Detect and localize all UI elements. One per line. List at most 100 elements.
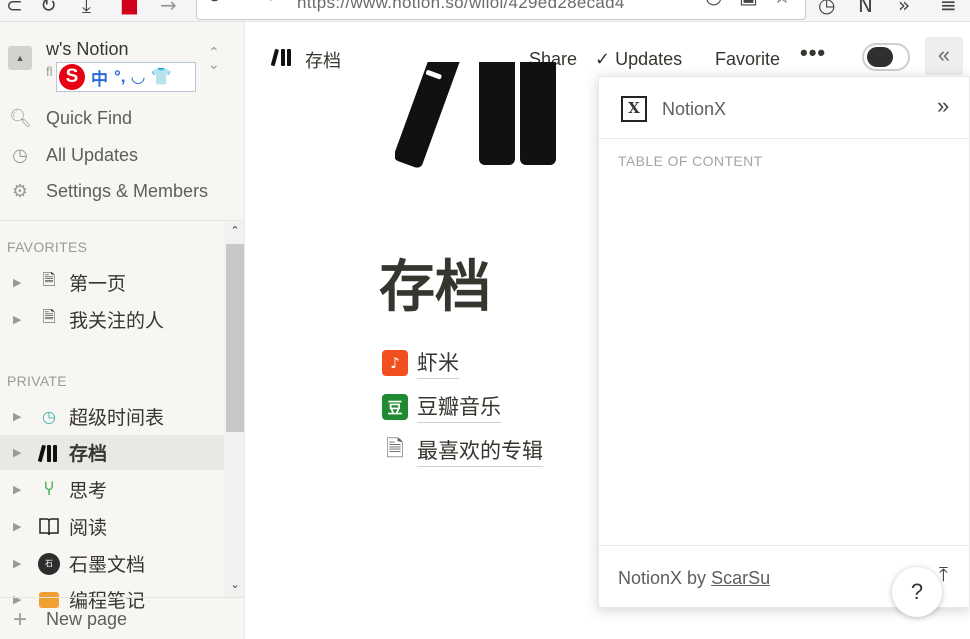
ime-toolbar[interactable]: S 中 °, ◡ 👕 [56,62,196,92]
page-link-favorite-albums[interactable]: 🗎 最喜欢的专辑 [382,435,543,467]
breadcrumb[interactable]: 存档 [270,46,341,73]
url-text: https://www.notion.so/wiloi/429ed28ecad4 [297,0,625,12]
pocket-icon[interactable]: ◔ [705,0,722,9]
sidebar-scrollbar-thumb[interactable] [226,244,244,432]
more-options-icon[interactable]: ••• [800,40,826,66]
new-page-button[interactable]: + New page [0,597,244,639]
notionx-title: NotionX [662,99,727,119]
page-info-icon: ▬ [243,0,260,9]
gear-icon: ⚙ [11,180,29,202]
sidebar-item-label: 超级时间表 [69,408,165,429]
breadcrumb-title: 存档 [305,50,341,71]
extension-red-icon[interactable]: ■ [120,0,139,18]
document-icon: 🗎 [42,270,56,289]
page-link-douban[interactable]: 豆 豆瓣音乐 [382,391,501,423]
scroll-down-icon[interactable]: ⌄ [226,578,244,591]
xiami-icon: ♪ [382,350,408,376]
favorite-button[interactable]: Favorite [715,49,780,70]
sidebar-divider [0,220,244,221]
plus-icon: + [12,605,27,633]
page-link-xiami[interactable]: ♪ 虾米 [382,347,459,379]
check-icon: ✓ [595,49,611,69]
shimo-icon: 石 [37,552,61,576]
sidebar-item-reading[interactable]: ▶ 阅读 [0,509,224,544]
author-link[interactable]: ScarSu [711,568,770,588]
new-page-label: New page [46,609,128,629]
downloads-icon[interactable]: ⤓ [82,0,91,18]
sidebar-item-thinking[interactable]: ▶ Ⴤ 思考 [0,472,224,507]
clock-icon: ◷ [42,407,56,426]
all-updates-item[interactable]: ◷ All Updates [0,138,244,172]
sprout-icon: Ⴤ [44,480,54,499]
books-icon [37,441,61,465]
page-link-label: 最喜欢的专辑 [417,435,543,467]
bookmark-star-icon[interactable]: ☆ [773,0,791,9]
expand-triangle-icon[interactable]: ▶ [13,410,27,423]
sidebar-item-label: 存档 [69,444,108,465]
ime-skin[interactable]: 👕 [151,67,172,87]
close-panel-icon[interactable]: » [937,93,949,119]
app-window: ⊂ ↻ ⤓ ■ → ⊙ ▬ ⇌ https://www.notion.so/wi… [0,0,970,639]
forward-icon[interactable]: → [160,0,177,18]
workspace-switcher-icon[interactable]: ⌃ ⌄ [208,45,220,71]
updates-label: Updates [615,49,683,69]
notionx-toggle[interactable] [862,43,910,71]
reload-icon[interactable]: ↻ [40,0,57,18]
sidebar-item-label: 第一页 [69,274,127,295]
updates-button[interactable]: ✓ Updates [595,49,682,70]
page-link-label: 虾米 [417,347,459,379]
credit-prefix: NotionX by [618,568,712,588]
quick-find-item[interactable]: 🔍︎ Quick Find [0,101,244,135]
sync-icon[interactable]: ◷ [818,0,835,18]
workspace-icon[interactable]: ▲ [8,46,32,70]
notionx-credit: NotionX by ScarSu [618,568,770,589]
menu-icon[interactable]: ≡ [940,0,957,18]
more-tools-icon[interactable]: » [898,0,910,18]
expand-triangle-icon[interactable]: ▶ [13,276,27,289]
sidebar-item-shimo[interactable]: ▶ 石 石墨文档 [0,546,224,581]
expand-triangle-icon[interactable]: ▶ [13,557,27,570]
toggle-knob [867,47,893,67]
workspace-subtitle: fl [46,64,53,79]
sidebar-item-timetable[interactable]: ▶ ◷ 超级时间表 [0,399,224,434]
collapse-panel-icon[interactable]: « [925,37,963,75]
favorites-heading: FAVORITES [7,239,88,255]
document-icon: 🗎 [42,307,56,326]
page-title[interactable]: 存档 [379,242,491,323]
ime-emoji[interactable]: ◡ [132,67,145,87]
clock-icon: ◷ [12,144,28,166]
expand-triangle-icon[interactable]: ▶ [13,313,27,326]
page-actions-icon[interactable]: ••• [667,0,702,9]
settings-item[interactable]: ⚙ Settings & Members [0,174,244,208]
quick-find-label: Quick Find [46,107,133,128]
ime-chinese-mode[interactable]: 中 [91,65,108,90]
help-button[interactable]: ? [892,567,942,617]
sidebar-item-label: 思考 [69,481,108,502]
search-icon: 🔍︎ [9,107,32,129]
notionx-panel: X NotionX » TABLE OF CONTENT NotionX by … [598,76,970,608]
workspace-name[interactable]: w's Notion [46,39,128,60]
sidebar-item-label: 石墨文档 [69,555,146,576]
notionx-header: X NotionX » [599,77,970,139]
expand-triangle-icon[interactable]: ▶ [13,520,27,533]
sogou-logo[interactable]: S [59,64,85,90]
back-icon[interactable]: ⊂ [6,0,23,18]
expand-triangle-icon[interactable]: ▶ [13,483,27,496]
page-cover-icon[interactable] [394,42,565,197]
address-bar[interactable]: ⊙ ▬ ⇌ https://www.notion.so/wiloi/429ed2… [196,0,806,20]
sidebar-item-label: 我关注的人 [69,311,165,332]
scroll-up-icon[interactable]: ⌃ [226,224,244,237]
ime-punctuation[interactable]: °, [114,67,126,87]
settings-label: Settings & Members [46,180,209,201]
all-updates-label: All Updates [46,144,139,165]
sidebar: ▲ w's Notion fl ⌃ ⌄ S 中 °, ◡ 👕 🔍︎ Quick F… [0,22,245,639]
document-icon: 🗎 [382,437,408,464]
expand-triangle-icon[interactable]: ▶ [13,446,27,459]
reader-icon[interactable]: ▣ [739,0,758,9]
shield-icon: ⊙ [207,0,222,9]
notion-extension-icon[interactable]: N [858,0,873,18]
sidebar-item-following[interactable]: ▶ 🗎 我关注的人 [0,302,224,337]
sidebar-item-archive[interactable]: ▶ 存档 [0,435,224,470]
sidebar-item-first-page[interactable]: ▶ 🗎 第一页 [0,265,224,300]
browser-toolbar: ⊂ ↻ ⤓ ■ → ⊙ ▬ ⇌ https://www.notion.so/wi… [0,0,970,22]
